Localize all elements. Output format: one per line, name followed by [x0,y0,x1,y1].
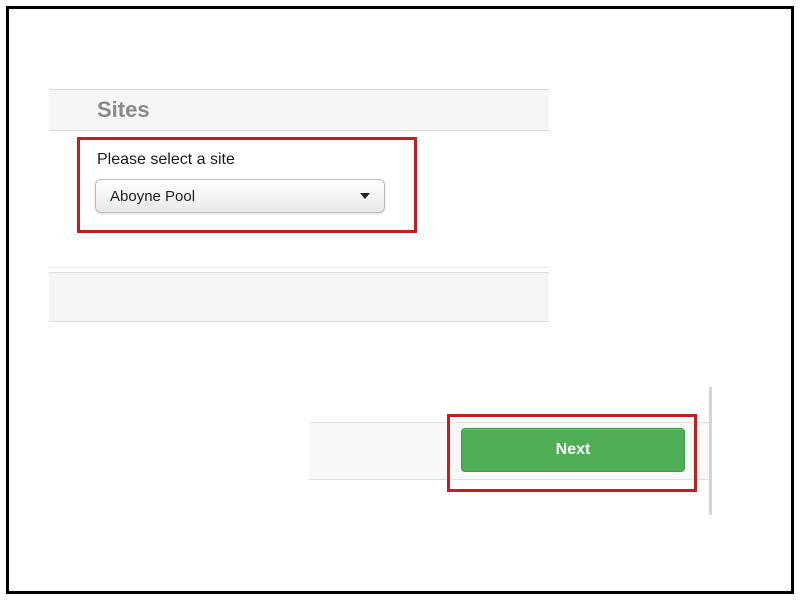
site-select-value: Aboyne Pool [110,188,360,205]
next-button[interactable]: Next [461,428,685,472]
section-header: Sites [49,89,549,131]
app-frame: Sites Please select a site Aboyne Pool N… [6,6,794,594]
next-button-label: Next [556,441,591,459]
site-select-dropdown[interactable]: Aboyne Pool [95,179,385,213]
chevron-down-icon [360,193,370,199]
section-title: Sites [97,97,150,123]
empty-section-bar [49,272,549,322]
site-select-label: Please select a site [97,151,235,169]
vertical-divider [709,387,712,515]
